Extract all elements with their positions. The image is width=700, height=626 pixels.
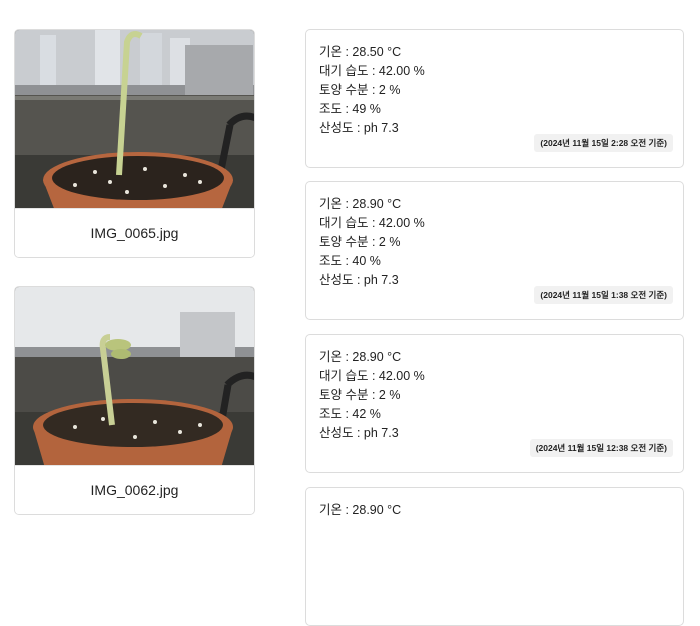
reading-timestamp: (2024년 11월 15일 12:38 오전 기준)	[529, 439, 673, 457]
photo-card[interactable]: IMG_0062.jpg	[14, 286, 255, 515]
soil-moisture-reading: 토양 수분 : 2 %	[319, 388, 401, 402]
soil-moisture-reading: 토양 수분 : 2 %	[319, 83, 401, 97]
photo-filename: IMG_0062.jpg	[15, 465, 254, 514]
temperature-reading: 기온 : 28.90 °C	[319, 197, 402, 211]
temperature-reading: 기온 : 28.90 °C	[319, 503, 402, 517]
humidity-reading: 대기 습도 : 42.00 %	[319, 64, 425, 78]
humidity-reading: 대기 습도 : 42.00 %	[319, 369, 425, 383]
illuminance-reading: 조도 : 42 %	[319, 407, 381, 421]
plant-photo-image	[15, 30, 254, 211]
plant-photo-image	[15, 287, 254, 468]
sensor-reading-card: 기온 : 28.90 °C 대기 습도 : 42.00 % 토양 수분 : 2 …	[305, 181, 684, 320]
sensor-reading-card: 기온 : 28.50 °C 대기 습도 : 42.00 % 토양 수분 : 2 …	[305, 29, 684, 168]
soil-moisture-reading: 토양 수분 : 2 %	[319, 235, 401, 249]
temperature-reading: 기온 : 28.50 °C	[319, 45, 402, 59]
acidity-reading: 산성도 : ph 7.3	[319, 121, 399, 135]
reading-timestamp: (2024년 11월 15일 1:38 오전 기준)	[534, 286, 673, 304]
temperature-reading: 기온 : 28.90 °C	[319, 350, 402, 364]
illuminance-reading: 조도 : 40 %	[319, 254, 381, 268]
reading-timestamp: (2024년 11월 15일 2:28 오전 기준)	[534, 134, 673, 152]
humidity-reading: 대기 습도 : 42.00 %	[319, 216, 425, 230]
sensor-reading-card: 기온 : 28.90 °C	[305, 487, 684, 626]
sensor-reading-card: 기온 : 28.90 °C 대기 습도 : 42.00 % 토양 수분 : 2 …	[305, 334, 684, 473]
photo-card[interactable]: IMG_0065.jpg	[14, 29, 255, 258]
acidity-reading: 산성도 : ph 7.3	[319, 426, 399, 440]
acidity-reading: 산성도 : ph 7.3	[319, 273, 399, 287]
photo-filename: IMG_0065.jpg	[15, 208, 254, 257]
illuminance-reading: 조도 : 49 %	[319, 102, 381, 116]
